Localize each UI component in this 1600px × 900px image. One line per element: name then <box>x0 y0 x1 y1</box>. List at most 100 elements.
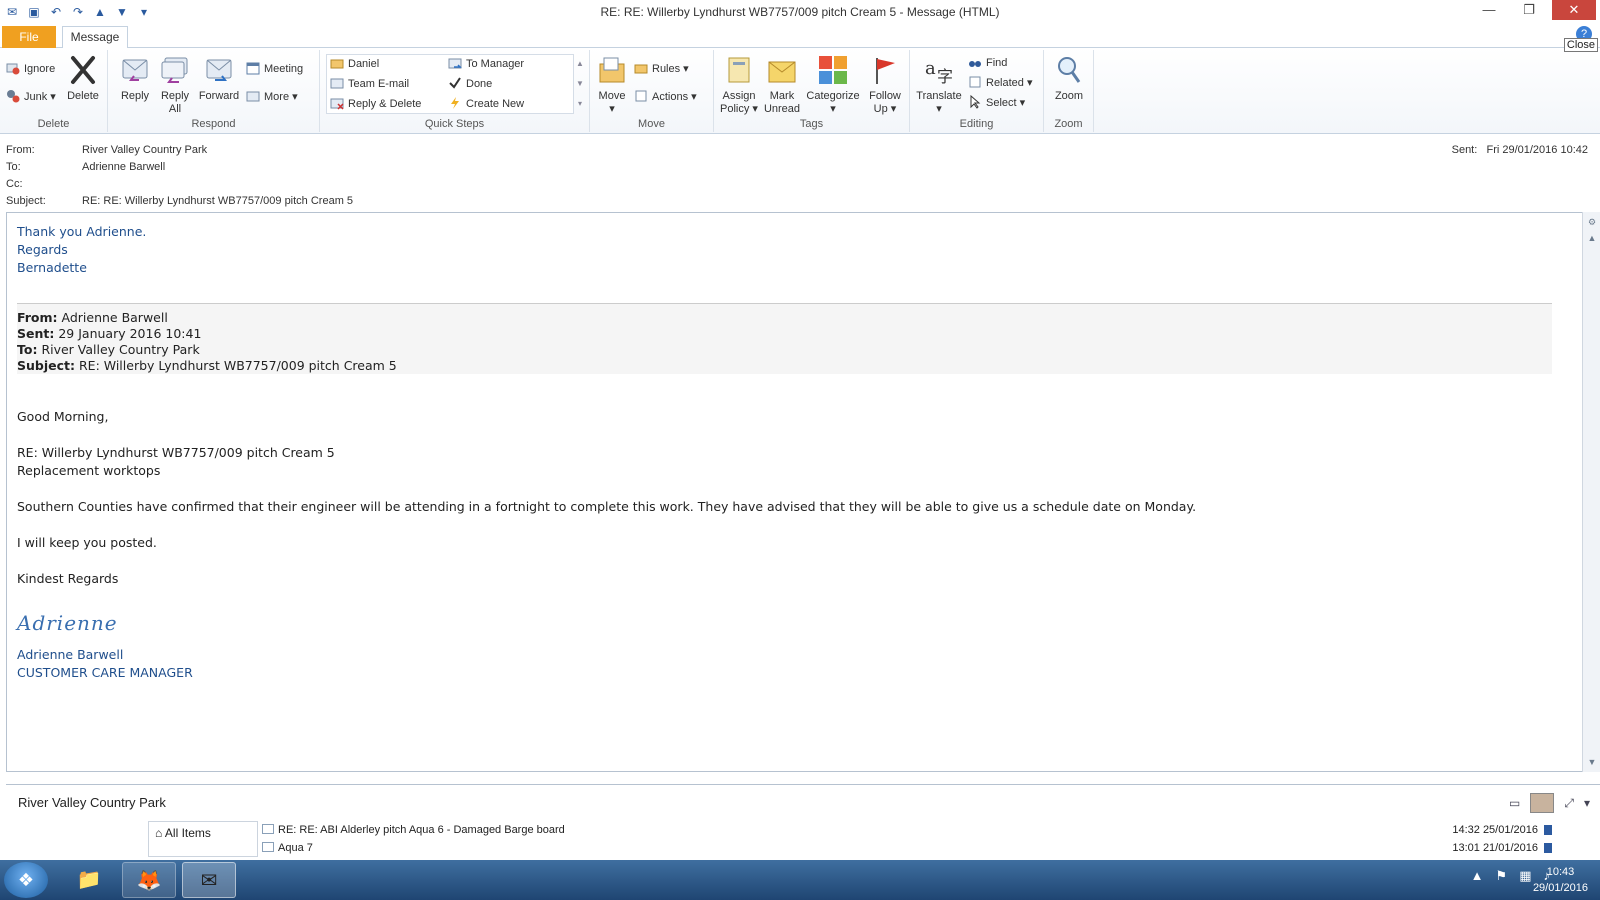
translate-button[interactable]: a字 Translate ▾ <box>914 54 964 116</box>
more-icon <box>246 91 260 102</box>
group-label-move: Move <box>638 118 665 130</box>
delete-icon <box>71 56 95 84</box>
envelope-icon <box>262 824 274 834</box>
to-manager-icon <box>448 58 462 69</box>
firefox-taskbar-icon[interactable]: 🦊 <box>122 862 176 898</box>
categorize-icon <box>819 56 847 84</box>
ribbon-tabs: File Message <box>0 24 1600 49</box>
zoom-button[interactable]: Zoom <box>1048 54 1090 103</box>
explorer-taskbar-icon[interactable]: 📁 <box>62 862 116 898</box>
move-button[interactable]: Move ▾ <box>594 54 630 116</box>
reply-icon <box>122 59 148 81</box>
find-button[interactable]: Find <box>968 54 1007 72</box>
quick-step-reply-delete[interactable]: Reply & Delete <box>330 95 421 113</box>
quick-step-done[interactable]: Done <box>448 75 492 93</box>
body-paragraph: I will keep you posted. <box>17 535 157 550</box>
assign-policy-button[interactable]: Assign Policy ▾ <box>718 54 760 116</box>
reply-delete-icon <box>330 98 344 110</box>
related-button[interactable]: Related ▾ <box>968 74 1033 92</box>
quick-step-team-email[interactable]: Team E-mail <box>330 75 409 93</box>
group-respond: Reply Reply All Forward Meeting More ▾ Re… <box>108 50 320 132</box>
minimize-button[interactable]: — <box>1474 0 1504 20</box>
meeting-button[interactable]: Meeting <box>246 60 303 78</box>
junk-icon <box>7 90 20 103</box>
avatar[interactable] <box>1530 793 1555 813</box>
lightning-icon <box>451 97 459 109</box>
translate-icon: a字 <box>925 58 953 86</box>
group-label-quick-steps: Quick Steps <box>424 118 485 130</box>
vertical-scrollbar[interactable]: ⚙ ▲ ▼ <box>1582 212 1600 772</box>
cc-row: Cc: <box>6 178 23 190</box>
more-respond-button[interactable]: More ▾ <box>246 88 298 106</box>
outlook-taskbar-icon[interactable]: ✉ <box>182 862 236 898</box>
reply-all-icon <box>161 57 188 83</box>
expand-icon[interactable]: ⤢ <box>1564 796 1574 811</box>
junk-button[interactable]: Junk ▾ <box>6 88 56 106</box>
mark-unread-icon <box>768 61 796 83</box>
collapse-icon[interactable]: ▾ <box>1584 796 1590 810</box>
message-body[interactable]: Thank you Adrienne. Regards Bernadette F… <box>6 212 1582 772</box>
people-pane-name[interactable]: River Valley Country Park <box>18 795 166 810</box>
move-folder-icon <box>599 57 625 83</box>
ignore-button[interactable]: Ignore <box>6 60 55 78</box>
action-center-flag-icon[interactable]: ⚑ <box>1496 868 1508 884</box>
show-hidden-icons-icon[interactable]: ▲ <box>1471 868 1484 884</box>
scroll-up-icon[interactable]: ▲ <box>1586 232 1598 244</box>
group-zoom: Zoom Zoom <box>1044 50 1094 132</box>
rules-button[interactable]: Rules ▾ <box>634 60 689 78</box>
start-button[interactable]: ❖ <box>4 862 48 898</box>
cursor-icon <box>970 95 981 109</box>
message-content: Thank you Adrienne. Regards Bernadette F… <box>17 223 1552 682</box>
group-move: Move ▾ Rules ▾ Actions ▾ Move <box>590 50 714 132</box>
forward-button[interactable]: Forward <box>196 54 242 103</box>
to-value[interactable]: Adrienne Barwell <box>82 161 165 173</box>
clock[interactable]: 10:43 29/01/2016 <box>1533 864 1588 896</box>
social-network-icon[interactable]: ▭ <box>1509 796 1520 810</box>
subject-value: RE: RE: Willerby Lyndhurst WB7757/009 pi… <box>82 195 354 207</box>
greeting: Good Morning, <box>17 409 109 424</box>
select-button[interactable]: Select ▾ <box>968 94 1025 112</box>
reference-line: RE: Willerby Lyndhurst WB7757/009 pitch … <box>17 445 335 460</box>
related-icon <box>969 76 981 88</box>
list-item[interactable]: Aqua 7 13:01 21/01/2016 <box>262 839 1582 857</box>
window-title: RE: RE: Willerby Lyndhurst WB7757/009 pi… <box>600 5 1000 19</box>
reply-line: Regards <box>17 242 68 257</box>
svg-text:a: a <box>925 58 936 79</box>
tab-message[interactable]: Message <box>62 26 128 49</box>
subject-row: Subject: RE: RE: Willerby Lyndhurst WB775… <box>6 195 354 207</box>
from-value[interactable]: River Valley Country Park <box>82 144 207 156</box>
title-bar: ✉ ▣ ↶ ↷ ▲ ▼ ▾ RE: RE: Willerby Lyndhurst… <box>0 0 1600 24</box>
to-row: To: Adrienne Barwell <box>6 161 166 173</box>
quick-step-daniel[interactable]: Daniel <box>330 55 379 73</box>
group-label-respond: Respond <box>191 118 236 130</box>
home-icon: ⌂ <box>155 826 163 840</box>
tab-file[interactable]: File <box>2 26 56 48</box>
quick-step-to-manager[interactable]: To Manager <box>448 55 524 73</box>
people-pane-tools: ▭ ⤢ ▾ <box>1509 793 1590 813</box>
all-items-tab[interactable]: ⌂ All Items <box>148 821 258 857</box>
categorize-button[interactable]: Categorize ▾ <box>804 54 862 116</box>
ignore-icon <box>6 63 20 75</box>
network-icon[interactable]: ▦ <box>1519 868 1531 884</box>
reference-line: Replacement worktops <box>17 463 161 478</box>
settings-icon[interactable]: ⚙ <box>1586 216 1598 228</box>
ribbon: Ignore Junk ▾ Delete Delete Reply Reply A… <box>0 48 1600 134</box>
quick-steps-scroll[interactable]: ▲ ▼ ▾ <box>574 54 586 114</box>
mark-unread-button[interactable]: Mark Unread <box>762 54 802 116</box>
folder-arrow-icon <box>330 59 344 69</box>
follow-up-button[interactable]: Follow Up ▾ <box>864 54 906 116</box>
close-button[interactable]: ✕ <box>1552 0 1596 20</box>
reply-all-button[interactable]: Reply All <box>154 54 196 116</box>
team-email-icon <box>330 78 344 89</box>
reply-line: Bernadette <box>17 260 87 275</box>
svg-text:字: 字 <box>937 67 953 86</box>
restore-button[interactable]: ❐ <box>1514 0 1544 20</box>
quick-step-create-new[interactable]: Create New <box>448 95 524 113</box>
list-item[interactable]: RE: RE: ABI Alderley pitch Aqua 6 - Dama… <box>262 821 1582 839</box>
actions-button[interactable]: Actions ▾ <box>634 88 697 106</box>
delete-button[interactable]: Delete <box>62 54 104 103</box>
group-label-tags: Tags <box>799 118 824 130</box>
scroll-down-icon[interactable]: ▼ <box>1586 756 1598 768</box>
reply-button[interactable]: Reply <box>114 54 156 103</box>
category-icon <box>1544 825 1552 835</box>
